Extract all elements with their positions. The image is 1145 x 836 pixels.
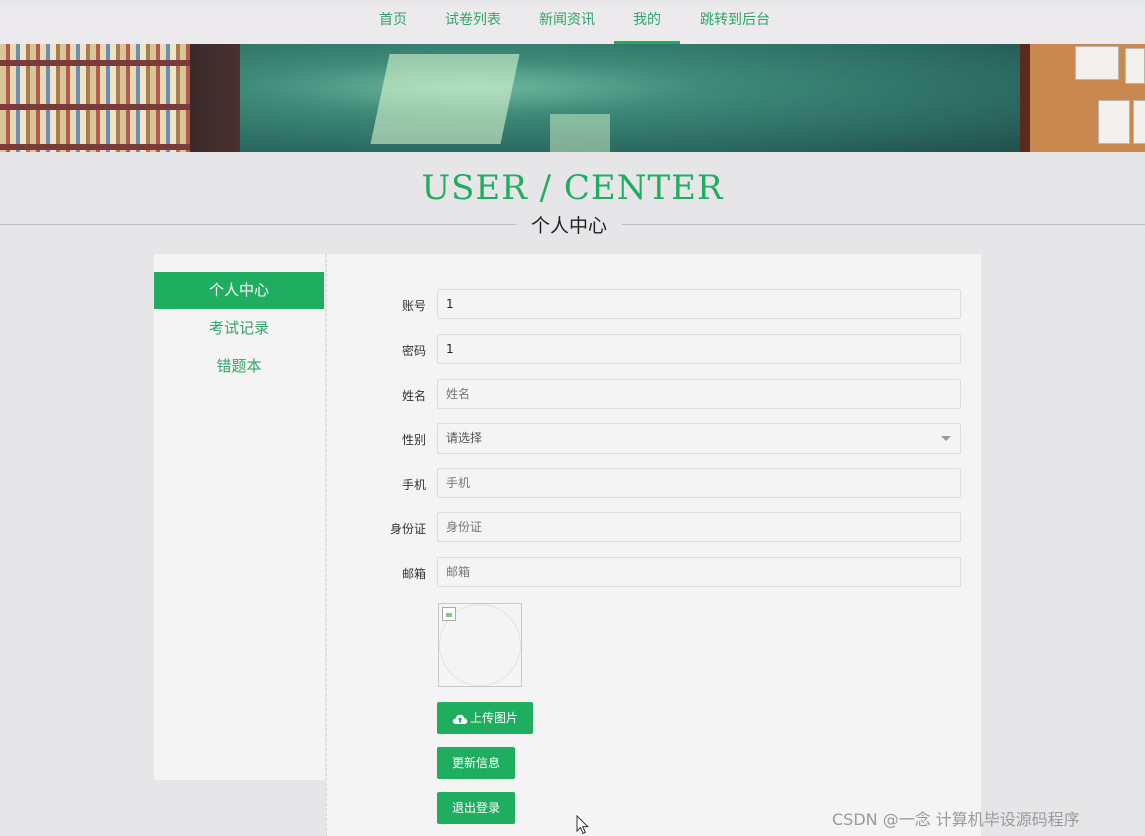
nav-news[interactable]: 新闻资讯: [530, 5, 604, 44]
broken-image-icon: [442, 607, 456, 621]
page-title-en: USER / CENTER: [421, 168, 724, 208]
nav-exam-list[interactable]: 试卷列表: [436, 5, 510, 44]
notice-paper: [1125, 48, 1145, 84]
chalkboard-image: [240, 44, 1020, 152]
nav-admin[interactable]: 跳转到后台: [690, 5, 780, 44]
phone-label: 手机: [401, 478, 426, 492]
update-info-button[interactable]: 更新信息: [437, 747, 515, 779]
header-banner: [0, 44, 1145, 152]
email-label: 邮箱: [401, 567, 426, 581]
watermark-text: CSDN @一念 计算机毕设源码程序: [832, 810, 1080, 829]
logout-button[interactable]: 退出登录: [437, 792, 515, 824]
name-label: 姓名: [401, 389, 426, 403]
page-title-cn: 个人中心: [516, 211, 622, 238]
name-input[interactable]: [437, 379, 961, 409]
upload-button-label: 上传图片: [469, 711, 518, 725]
avatar-preview: [438, 603, 522, 687]
id-card-label: 身份证: [389, 522, 426, 536]
sidebar-item-wrong-questions[interactable]: 错题本: [154, 348, 324, 385]
sidebar: 个人中心 考试记录 错题本: [154, 254, 325, 780]
noticeboard-image: [1020, 44, 1145, 152]
gender-label: 性别: [401, 433, 426, 447]
cursor-icon: [576, 815, 590, 835]
account-label: 账号: [401, 299, 426, 313]
id-card-input[interactable]: [437, 512, 961, 542]
notice-paper: [1075, 46, 1119, 80]
cloud-upload-icon: [452, 714, 468, 724]
password-label: 密码: [401, 344, 426, 358]
sidebar-item-profile[interactable]: 个人中心: [154, 272, 324, 309]
email-input[interactable]: [437, 557, 961, 587]
notice-paper: [1098, 100, 1130, 144]
account-input[interactable]: [437, 289, 961, 319]
top-nav: 首页 试卷列表 新闻资讯 我的 跳转到后台: [0, 5, 1145, 44]
notice-paper: [1133, 100, 1145, 144]
bookshelf-image: [0, 44, 240, 152]
sidebar-item-exam-records[interactable]: 考试记录: [154, 310, 324, 347]
gender-select-value: 请选择: [446, 431, 483, 445]
gender-select[interactable]: 请选择: [437, 423, 961, 454]
password-input[interactable]: [437, 334, 961, 364]
upload-image-button[interactable]: 上传图片: [437, 702, 533, 734]
phone-input[interactable]: [437, 468, 961, 498]
nav-home[interactable]: 首页: [370, 5, 416, 44]
caret-down-icon: [941, 436, 951, 441]
nav-mine[interactable]: 我的: [614, 5, 680, 44]
